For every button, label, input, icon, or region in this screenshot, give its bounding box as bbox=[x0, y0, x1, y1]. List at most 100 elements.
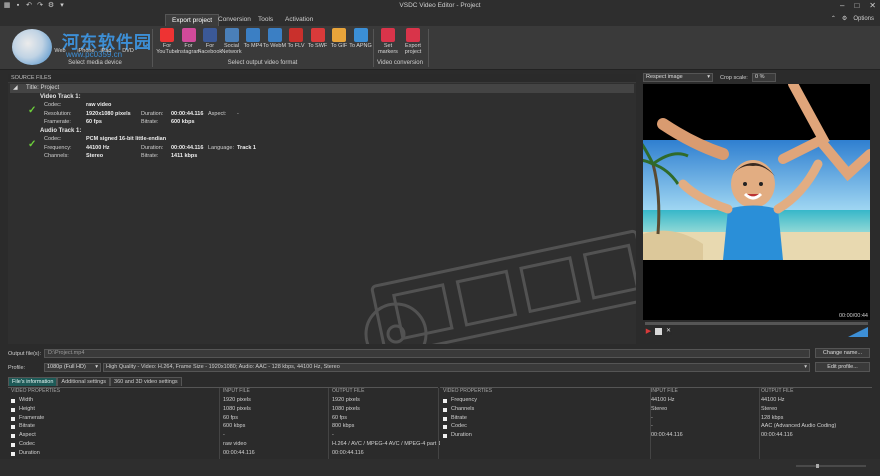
audio-channels-key: Channels: bbox=[44, 153, 69, 159]
output-value: 128 kbps bbox=[761, 414, 784, 421]
output-file-input[interactable]: D:\Project.mp4 bbox=[44, 349, 810, 358]
property-name: Framerate bbox=[19, 414, 45, 421]
format-button-webm[interactable]: To WebM bbox=[263, 28, 287, 49]
close-icon[interactable]: ✕ bbox=[869, 1, 876, 10]
format-button-youtube[interactable]: For YouTube bbox=[155, 28, 179, 55]
device-dvd-button[interactable]: DVD bbox=[116, 48, 140, 54]
conversion-button-label: Set markers bbox=[378, 43, 398, 55]
format-button-swf[interactable]: To SWF bbox=[306, 28, 330, 49]
property-icon bbox=[443, 434, 447, 439]
tab-360-3d-settings[interactable]: 360 and 3D video settings bbox=[110, 377, 182, 386]
format-button-label: To APNG bbox=[349, 43, 372, 49]
input-value: 1920 pixels bbox=[223, 397, 251, 403]
collapse-triangle-icon[interactable]: ◢ bbox=[13, 84, 18, 93]
format-button-facebook[interactable]: For Facebook bbox=[198, 28, 222, 55]
audio-language-key: Language: bbox=[208, 145, 234, 151]
chevron-down-icon: ▾ bbox=[707, 74, 710, 80]
format-button-label: To GIF bbox=[330, 43, 348, 49]
property-name: Bitrate bbox=[451, 414, 467, 421]
table-row: Frequency 44100 Hz 44100 Hz bbox=[440, 397, 872, 405]
aspect-select[interactable]: Respect image ▾ bbox=[643, 73, 713, 82]
table-row: Channels Stereo Stereo bbox=[440, 406, 872, 414]
conversion-button-marker[interactable]: Set markers bbox=[376, 28, 400, 55]
input-value: - bbox=[223, 432, 225, 439]
crop-scale-input[interactable]: 0 % bbox=[752, 73, 776, 82]
format-button-social-network[interactable]: Social Network bbox=[220, 28, 244, 55]
tab-tools[interactable]: Tools bbox=[252, 14, 279, 26]
tab-conversion[interactable]: Conversion bbox=[212, 14, 257, 26]
title-bar: ▦ ▪ ↶ ↷ ⚙ ▾ VSDC Video Editor - Project … bbox=[0, 0, 880, 13]
expand-icon[interactable]: ⌃ bbox=[831, 15, 836, 22]
property-icon bbox=[11, 425, 15, 430]
property-name: Frequency bbox=[451, 397, 477, 403]
edit-profile-button[interactable]: Edit profile... bbox=[815, 362, 870, 372]
video-duration-key: Duration: bbox=[141, 111, 164, 117]
options-button[interactable]: Options bbox=[853, 16, 874, 22]
aspect-select-value: Respect image bbox=[646, 74, 683, 80]
video-duration-value: 00:00:44.116 bbox=[171, 111, 204, 117]
video-properties-table: VIDEO PROPERTIES INPUT FILE OUTPUT FILE … bbox=[8, 387, 444, 459]
device-iphone-label: iPhone bbox=[77, 48, 95, 54]
stop-icon[interactable] bbox=[655, 328, 662, 335]
format-button-label: To WebM bbox=[262, 43, 287, 49]
property-icon bbox=[11, 399, 15, 403]
change-name-button[interactable]: Change name... bbox=[815, 348, 870, 358]
seek-bar[interactable] bbox=[645, 322, 868, 325]
window-controls: – □ ✕ bbox=[840, 1, 876, 10]
instagram-icon bbox=[181, 28, 196, 42]
close-preview-icon[interactable]: ✕ bbox=[665, 328, 672, 335]
property-icon bbox=[11, 443, 15, 447]
output-value: H.264 / AVC / MPEG-4 AVC / MPEG-4 part 1… bbox=[332, 441, 444, 447]
swf-icon bbox=[310, 28, 325, 42]
filmstrip-decoration bbox=[364, 229, 636, 344]
minimize-icon[interactable]: – bbox=[840, 1, 844, 10]
video-track-checkmark-icon[interactable]: ✓ bbox=[28, 105, 36, 116]
format-button-instagram[interactable]: For Instagram bbox=[177, 28, 201, 55]
source-files-panel: SOURCE FILES ◢ Title: Project ✓ Video Tr… bbox=[8, 74, 636, 344]
profile-description: High Quality - Video: H.264, Frame Size … bbox=[106, 364, 340, 370]
conversion-button-export[interactable]: Export project bbox=[401, 28, 425, 55]
audio-frequency-value: 44100 Hz bbox=[86, 145, 110, 151]
output-file-value: D:\Project.mp4 bbox=[48, 350, 85, 356]
input-value: 1080 pixels bbox=[223, 405, 251, 412]
playback-controls: ▶ ✕ bbox=[645, 328, 672, 335]
video-framerate-value: 60 fps bbox=[86, 119, 102, 125]
social-network-icon bbox=[224, 28, 239, 42]
output-value: 1920 pixels bbox=[332, 397, 360, 403]
group-label-output-format: Select output video format bbox=[227, 60, 298, 66]
volume-icon[interactable] bbox=[848, 327, 868, 337]
audio-track-checkmark-icon[interactable]: ✓ bbox=[28, 139, 36, 150]
property-icon bbox=[11, 434, 15, 439]
audio-track-title: Audio Track 1: bbox=[40, 128, 82, 134]
profile-select[interactable]: 1080p (Full HD) ▾ bbox=[44, 363, 101, 372]
format-button-flv[interactable]: To FLV bbox=[284, 28, 308, 49]
input-value: 44100 Hz bbox=[651, 397, 675, 403]
device-dvd-label: DVD bbox=[122, 48, 134, 54]
project-row[interactable]: ◢ Title: Project bbox=[10, 84, 634, 93]
tab-additional-settings[interactable]: Additional settings bbox=[57, 377, 111, 386]
profile-label: Profile: bbox=[8, 365, 26, 371]
input-value: Stereo bbox=[651, 405, 668, 412]
format-button-label: For YouTube bbox=[156, 43, 178, 55]
maximize-icon[interactable]: □ bbox=[854, 1, 859, 10]
device-web-button[interactable]: Web bbox=[48, 48, 72, 54]
format-button-gif[interactable]: To GIF bbox=[327, 28, 351, 49]
audio-props-input-header: INPUT FILE bbox=[651, 388, 678, 394]
tab-files-information[interactable]: File's information bbox=[8, 377, 58, 386]
video-track-title: Video Track 1: bbox=[40, 94, 81, 100]
options-gear-icon[interactable]: ⚙ bbox=[842, 15, 847, 22]
profile-description-select[interactable]: High Quality - Video: H.264, Frame Size … bbox=[103, 363, 810, 372]
audio-bitrate-value: 1411 kbps bbox=[171, 153, 198, 159]
device-ipad-button[interactable]: iPad bbox=[94, 48, 118, 54]
tab-activation[interactable]: Activation bbox=[279, 14, 319, 26]
output-value: 44100 Hz bbox=[761, 397, 785, 403]
format-button-mp4[interactable]: To MP4 bbox=[241, 28, 265, 49]
property-name: Aspect bbox=[19, 432, 36, 439]
property-icon bbox=[11, 451, 15, 456]
play-icon[interactable]: ▶ bbox=[645, 328, 652, 335]
zoom-slider[interactable] bbox=[796, 464, 866, 468]
format-button-apng[interactable]: To APNG bbox=[349, 28, 373, 49]
property-icon bbox=[443, 407, 447, 412]
tab-export-project[interactable]: Export project bbox=[165, 14, 220, 26]
group-separator bbox=[428, 29, 429, 67]
